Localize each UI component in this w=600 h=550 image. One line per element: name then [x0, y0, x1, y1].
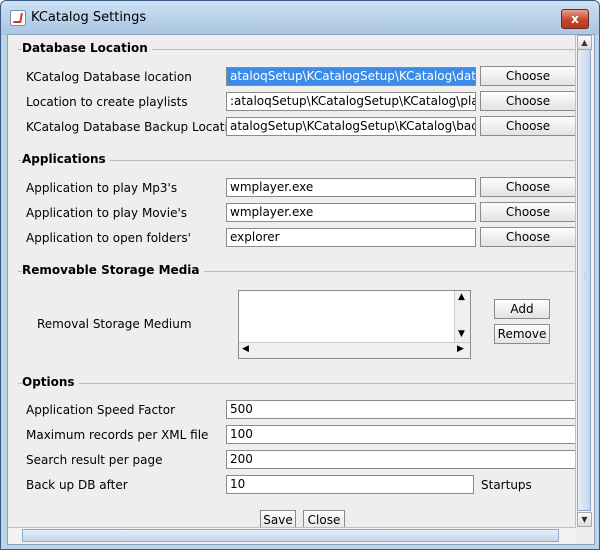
options-section-divider: [18, 383, 588, 385]
results-per-page-field[interactable]: 200: [226, 450, 576, 469]
scroll-left-icon[interactable]: ◀: [242, 344, 249, 354]
movie-app-field[interactable]: wmplayer.exe: [226, 203, 476, 222]
settings-window: KCatalog Settings x Database Location KC…: [0, 0, 600, 550]
movie-app-label: Application to play Movie's: [26, 206, 188, 220]
settings-panel: Database Location KCatalog Database loca…: [7, 34, 595, 545]
mp3-app-choose-button[interactable]: Choose: [480, 177, 576, 197]
database-section-title: Database Location: [22, 41, 152, 55]
max-records-field[interactable]: 100: [226, 425, 576, 444]
list-horizontal-scrollbar[interactable]: ◀ ▶: [239, 342, 470, 358]
add-storage-button[interactable]: Add: [494, 299, 550, 319]
panel-scroll-up-icon[interactable]: ▲: [577, 35, 592, 50]
app-icon: [10, 10, 26, 26]
window-title: KCatalog Settings: [31, 10, 147, 25]
folders-app-choose-button[interactable]: Choose: [480, 227, 576, 247]
remove-storage-button[interactable]: Remove: [494, 324, 550, 344]
list-vertical-scrollbar[interactable]: ▲ ▼: [454, 291, 470, 343]
folders-app-field[interactable]: explorer: [226, 228, 476, 247]
speed-factor-label: Application Speed Factor: [26, 403, 176, 417]
folders-app-label: Application to open folders': [26, 231, 191, 245]
mp3-app-field[interactable]: wmplayer.exe: [226, 178, 476, 197]
database-location-field[interactable]: ataloqSetup\KCatalogSetup\KCatalog\datab…: [226, 67, 476, 86]
panel-horizontal-thumb[interactable]: [22, 529, 559, 542]
database-location-choose-button[interactable]: Choose: [480, 66, 576, 86]
removal-storage-list[interactable]: ▲ ▼ ◀ ▶: [238, 290, 471, 359]
options-section-title: Options: [22, 375, 79, 389]
panel-vertical-scrollbar[interactable]: ▲ ⋮ ▼: [575, 35, 593, 527]
removal-storage-label: Removal Storage Medium: [37, 317, 192, 331]
database-location-label: KCatalog Database location: [26, 70, 192, 84]
scroll-right-icon[interactable]: ▶: [457, 344, 464, 354]
movie-app-choose-button[interactable]: Choose: [480, 202, 576, 222]
startups-label: Startups: [481, 478, 532, 492]
playlist-location-label: Location to create playlists: [26, 95, 188, 109]
max-records-label: Maximum records per XML file: [26, 428, 209, 442]
applications-section-title: Applications: [22, 152, 110, 166]
speed-factor-field[interactable]: 500: [226, 400, 576, 419]
scroll-up-icon[interactable]: ▲: [458, 292, 465, 302]
backup-location-choose-button[interactable]: Choose: [480, 116, 576, 136]
grip-icon: ⋮: [581, 272, 589, 281]
panel-horizontal-scrollbar[interactable]: [8, 527, 576, 544]
window-close-button[interactable]: x: [561, 9, 589, 29]
panel-vertical-thumb[interactable]: ⋮: [577, 49, 591, 511]
mp3-app-label: Application to play Mp3's: [26, 181, 178, 195]
title-bar[interactable]: KCatalog Settings x: [1, 1, 599, 35]
backup-after-field[interactable]: 10: [226, 475, 474, 494]
panel-scroll-down-icon[interactable]: ▼: [577, 512, 592, 527]
removable-section-title: Removable Storage Media: [22, 263, 204, 277]
results-per-page-label: Search result per page: [26, 453, 163, 467]
scroll-down-icon[interactable]: ▼: [458, 329, 465, 339]
backup-location-field[interactable]: atalogSetup\KCatalogSetup\KCatalog\backu…: [226, 117, 476, 136]
playlist-location-choose-button[interactable]: Choose: [480, 91, 576, 111]
playlist-location-field[interactable]: :ataloqSetup\KCatalogSetup\KCatalog\play…: [226, 92, 476, 111]
backup-location-label: KCatalog Database Backup Location: [26, 120, 243, 134]
backup-after-label: Back up DB after: [26, 478, 128, 492]
